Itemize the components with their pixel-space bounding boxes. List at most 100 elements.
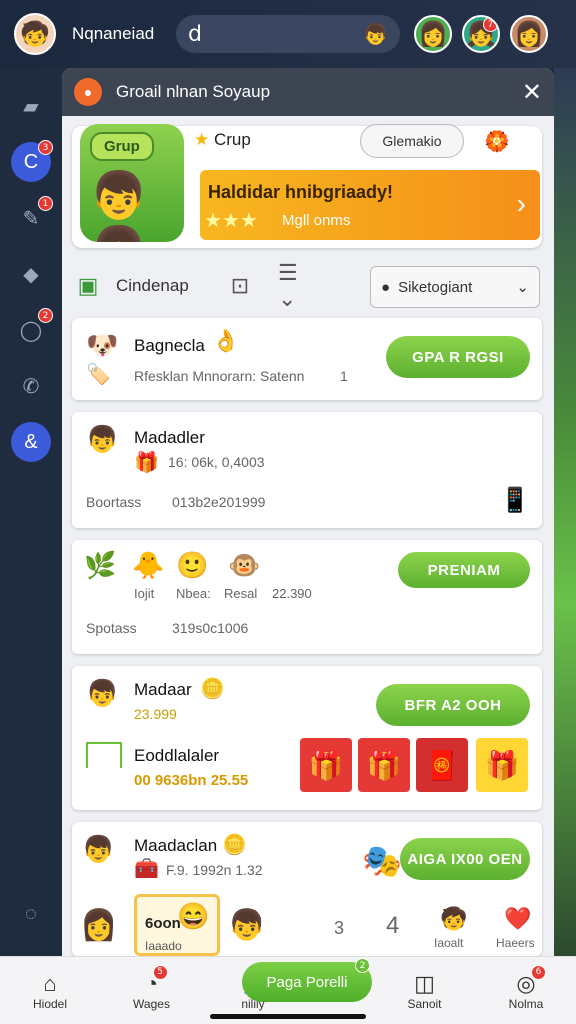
profile-avatar[interactable]: 🧒: [14, 13, 56, 55]
cta-button[interactable]: Paga Porelli 2: [242, 958, 372, 1002]
bottom-label: Boortass: [86, 494, 142, 510]
app-logo-icon: ●: [74, 78, 102, 106]
card-title: Maadaclan: [134, 836, 218, 855]
contact-avatar-teal[interactable]: 👧 7: [462, 15, 500, 53]
nav-label: Nolma: [508, 996, 544, 1011]
duck-icon: 🐥: [132, 550, 165, 580]
background-strip: [554, 68, 576, 956]
avatar-icon: 👦: [86, 424, 119, 454]
list-item[interactable]: 👦 Madaar 🪙 23.999 BFR A2 OOH Eoddlalaler…: [72, 666, 542, 810]
star-icon: ★: [194, 130, 210, 149]
glemakio-button[interactable]: Glemakio: [360, 124, 464, 158]
nav-settings[interactable]: ◫ Sanoit: [395, 971, 455, 1011]
top-bar: 🧒 Nqnaneiad ⅾ 👦 👩 👧 7 👩: [0, 0, 576, 68]
chat-icon[interactable]: C3: [11, 140, 53, 182]
label-2: Nbea:: [176, 586, 211, 601]
emoji-icon: 😄: [177, 901, 210, 931]
message-icon[interactable]: ◯ 2: [11, 308, 53, 350]
menu-icon[interactable]: ☰ ⌄: [278, 260, 322, 311]
card-sub: F.9. 1992n 1.32: [166, 862, 263, 878]
search-glyph: ⅾ: [188, 21, 202, 46]
modal-header: ● Groail nlnan Soyaup ✕: [62, 68, 554, 116]
checkbox[interactable]: [86, 742, 122, 768]
chevron-right-icon[interactable]: ›: [517, 188, 526, 220]
label-1: Iojit: [134, 586, 155, 601]
contact-avatar-icon[interactable]: 👦: [363, 22, 388, 47]
group-avatars: 👦👧: [90, 169, 148, 242]
close-icon[interactable]: ✕: [522, 78, 542, 107]
card-title: Bagnecla: [134, 336, 205, 355]
premium-button[interactable]: PRENIAM: [398, 552, 530, 588]
nav-label: Wages: [133, 996, 170, 1011]
modal-title: Groail nlnan Soyaup: [116, 82, 271, 101]
label-3: Resal: [224, 586, 258, 601]
nav-home[interactable]: ⌂ Hiodel: [20, 971, 80, 1011]
help-icon[interactable]: ◌: [11, 894, 51, 934]
hand-icon: 👌: [212, 328, 240, 353]
avatar-icon: 👩: [80, 909, 118, 942]
hat-icon[interactable]: ◆: [11, 254, 51, 294]
monkey-icon: 🐵: [228, 550, 261, 580]
list-item[interactable]: 🌿 🐥 🙂 🐵 Iojit Nbea: Resal 22.390 PRENIAM…: [72, 540, 542, 654]
group-icon[interactable]: &: [11, 422, 51, 462]
list-item[interactable]: 🐶 👌 Bagnecla 🏷️ Rfesklan Mnnorarn: Saten…: [72, 318, 542, 400]
chevron-down-icon: ⌄: [516, 279, 529, 296]
folder-icon[interactable]: ▰: [11, 86, 51, 126]
promo-banner[interactable]: Haldidar hnibgriaady! ★★★ Mgll onms ›: [200, 170, 540, 240]
nav-label: Hiodel: [32, 996, 68, 1011]
card-sub: Rfesklan Mnnorarn: Satenn: [134, 368, 305, 384]
mini-card[interactable]: 6oon 😄 Iaaado: [134, 894, 220, 956]
action-button[interactable]: GPA R RGSI: [386, 336, 530, 378]
gift-yellow-icon[interactable]: 🎁: [476, 738, 528, 792]
action-button[interactable]: BFR A2 OOH: [376, 684, 530, 726]
crup-text: Crup: [213, 130, 251, 149]
number-4: 4: [386, 912, 400, 939]
mini-card-text: 6oon: [145, 915, 181, 932]
bottom-label: Spotass: [86, 620, 137, 636]
contact-avatar-green[interactable]: 👩: [414, 15, 452, 53]
card-count: 1: [340, 368, 348, 384]
right-label-1: Iaoalt: [434, 936, 464, 950]
sort-select[interactable]: ● Siketogiant ⌄: [370, 266, 540, 308]
group-chip[interactable]: Grup 👦👧: [80, 124, 184, 242]
card-title: Madadler: [134, 428, 205, 447]
card-sub: 23.999: [134, 706, 177, 722]
bottom-value: 013b2e201999: [172, 494, 266, 510]
sticker-icon[interactable]: 🎭: [362, 842, 402, 880]
promo-subtext: Mgll onms: [282, 212, 351, 229]
phone-sticker-icon[interactable]: 📱: [500, 486, 530, 515]
list-item[interactable]: 👦 Maadaclan 🪙 🧰 F.9. 1992n 1.32 🎭 AIGA I…: [72, 822, 542, 956]
phone-icon[interactable]: ✆: [11, 366, 51, 406]
app-name: Nqnaneiad: [72, 24, 155, 43]
gift-card-icon[interactable]: 🧧: [416, 738, 468, 792]
promo-headline: Haldidar hnibgriaady!: [208, 182, 394, 202]
coin-icon: 🪙: [200, 678, 225, 700]
chat-bubble-icon[interactable]: ▣: [72, 270, 104, 302]
sticker-icon[interactable]: 🏵️: [472, 126, 522, 156]
action-button[interactable]: AIGA IX00 OEN: [400, 838, 530, 880]
gift-icon: 🎁: [134, 452, 159, 474]
crup-label: ★ Crup: [194, 130, 251, 150]
nav-messages[interactable]: ◔ Wages 5: [122, 964, 182, 1011]
smiley-icon: 🙂: [176, 550, 209, 580]
bottom-value: 319s0c1006: [172, 620, 249, 636]
shield-icon: ◫: [414, 970, 435, 996]
contact-avatar-user[interactable]: 👩: [510, 15, 548, 53]
yellow-value: 00 9636bn 25.55: [134, 772, 249, 789]
nav-label: Sanoit: [407, 996, 442, 1011]
tag-icon: 🏷️: [86, 364, 111, 386]
label-4: 22.390: [272, 586, 312, 601]
search-bar[interactable]: ⅾ 👦: [176, 15, 400, 53]
avatar-icon: 🧒: [440, 906, 468, 931]
edit-icon[interactable]: ✎ 1: [11, 196, 53, 238]
comment-icon[interactable]: ⊡: [224, 270, 256, 302]
home-icon: ⌂: [43, 970, 57, 996]
badge: 1: [38, 196, 53, 211]
heart-icon: ❤️: [504, 906, 532, 931]
gift-red-icon[interactable]: 🎁: [358, 738, 410, 792]
gift-red-icon[interactable]: 🎁: [300, 738, 352, 792]
sub-title: Eoddlalaler: [134, 746, 220, 765]
cta-label: Paga Porelli: [266, 973, 348, 991]
list-item[interactable]: 👦 Madadler 🎁 16: 06k, 0,4003 Boortass 01…: [72, 412, 542, 528]
nav-profile[interactable]: ◎ Nolma 6: [496, 964, 556, 1011]
